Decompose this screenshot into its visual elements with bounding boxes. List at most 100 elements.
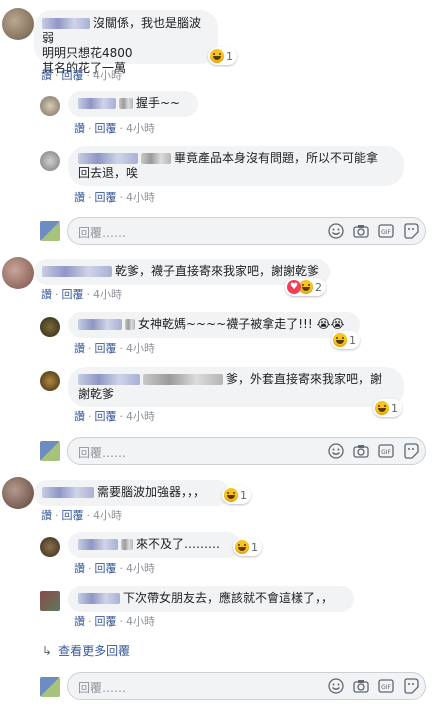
reply-link[interactable]: 回覆 [62,69,84,82]
sticker-icon[interactable] [403,223,419,239]
reaction-badge[interactable]: 1 [222,486,251,504]
blurred-name [42,266,112,277]
haha-icon [224,488,238,502]
avatar [40,677,60,697]
like-link[interactable]: 讚 [74,562,85,575]
gif-icon[interactable]: GIF [378,678,394,694]
comment-bubble: 需要腦波加強器，，， [34,480,230,506]
svg-text:GIF: GIF [381,684,391,691]
avatar [40,441,60,461]
comment-bubble: 下次帶女朋友去，應該就不會這樣了，， [68,586,354,612]
like-link[interactable]: 讚 [41,509,52,522]
haha-icon [235,540,249,554]
sticker-icon[interactable] [403,443,419,459]
comment-text: 回去退，唉 [78,166,139,180]
reaction-count: 2 [315,280,322,294]
comment-text: 畢竟產品本身沒有問題，所以不可能拿 [174,151,379,165]
smiley-icon[interactable] [328,678,344,694]
reaction-count: 1 [226,49,233,63]
love-icon: ♥ [287,280,301,294]
smiley-icon[interactable] [328,443,344,459]
reply-link[interactable]: 回覆 [95,410,117,423]
reply-placeholder: 回覆…… [78,226,127,240]
comment-text: 下次帶女朋友去，應該就不會這樣了，， [123,591,334,605]
comment-bubble: 畢竟產品本身沒有問題，所以不可能拿 回去退，唉 [68,146,404,186]
reply-input[interactable]: 回覆…… GIF [67,672,426,700]
reaction-count: 1 [240,488,247,502]
comment-text: 握手~~ [136,96,181,110]
smiley-icon[interactable] [328,223,344,239]
timestamp[interactable]: 4小時 [126,342,155,355]
reply-placeholder: 回覆…… [78,446,127,460]
timestamp[interactable]: 4小時 [126,410,155,423]
reply-input[interactable]: 回覆…… GIF [67,437,426,465]
comment-text: 謝乾爹 [78,387,115,401]
like-link[interactable]: 讚 [41,288,52,301]
comment-actions: 讚 · 回覆 · 4小時 [74,562,155,575]
like-link[interactable]: 讚 [74,410,85,423]
reaction-badge[interactable]: ♥ 2 [285,278,326,296]
timestamp[interactable]: 4小時 [93,69,122,82]
reply-arrow-icon: ↳ [42,644,53,658]
camera-icon[interactable] [353,223,369,239]
comment-actions: 讚 · 回覆 · 4小時 [74,342,155,355]
blurred-name [42,487,94,498]
avatar [40,221,60,241]
reply-input[interactable]: 回覆…… GIF [67,217,426,245]
avatar[interactable] [40,371,60,391]
avatar[interactable] [40,317,60,337]
avatar[interactable] [2,477,34,509]
gif-icon[interactable]: GIF [378,223,394,239]
avatar[interactable] [40,96,60,116]
avatar[interactable] [40,591,60,611]
avatar[interactable] [40,537,60,557]
like-link[interactable]: 讚 [74,122,85,135]
comment-text: 來不及了……… [136,537,221,551]
blurred-name [78,98,116,109]
timestamp[interactable]: 4小時 [93,288,122,301]
reaction-badge[interactable]: 1 [331,331,360,349]
like-link[interactable]: 讚 [74,191,85,204]
comment-actions: 讚 · 回覆 · 4小時 [41,288,122,301]
reaction-badge[interactable]: 1 [208,47,237,65]
avatar[interactable] [2,257,34,289]
reply-link[interactable]: 回覆 [95,191,117,204]
reaction-badge[interactable]: 1 [233,538,262,556]
view-more-replies-label: 查看更多回覆 [58,644,131,658]
like-link[interactable]: 讚 [74,342,85,355]
camera-icon[interactable] [353,443,369,459]
view-more-replies-link[interactable]: ↳ 查看更多回覆 [42,642,130,659]
haha-icon [299,280,313,294]
blurred-name [78,319,122,330]
timestamp[interactable]: 4小時 [126,191,155,204]
like-link[interactable]: 讚 [74,615,85,628]
comment-actions: 讚 · 回覆 · 4小時 [74,615,155,628]
comment-text: 爹，外套直接寄來我家吧，謝 [226,372,383,386]
reply-link[interactable]: 回覆 [62,288,84,301]
reaction-count: 1 [391,401,398,415]
avatar[interactable] [40,151,60,171]
reaction-badge[interactable]: 1 [373,399,402,417]
comment-bubble: 來不及了……… [68,532,240,558]
comment-actions: 讚 · 回覆 · 4小時 [41,509,122,522]
comment-text: 明明只想花4800 [42,46,133,60]
blurred-name [42,18,90,29]
reply-link[interactable]: 回覆 [62,509,84,522]
blurred-name [78,539,118,550]
timestamp[interactable]: 4小時 [93,509,122,522]
reply-link[interactable]: 回覆 [95,122,117,135]
blurred-name [78,374,140,385]
timestamp[interactable]: 4小時 [126,122,155,135]
timestamp[interactable]: 4小時 [126,562,155,575]
gif-icon[interactable]: GIF [378,443,394,459]
camera-icon[interactable] [353,678,369,694]
like-link[interactable]: 讚 [41,69,52,82]
reply-link[interactable]: 回覆 [95,562,117,575]
timestamp[interactable]: 4小時 [126,615,155,628]
haha-icon [375,401,389,415]
sticker-icon[interactable] [403,678,419,694]
reply-link[interactable]: 回覆 [95,615,117,628]
comment-text: 乾爹，襪子直接寄來我家吧，謝謝乾爹 [115,264,320,278]
reply-link[interactable]: 回覆 [95,342,117,355]
avatar[interactable] [2,8,34,40]
